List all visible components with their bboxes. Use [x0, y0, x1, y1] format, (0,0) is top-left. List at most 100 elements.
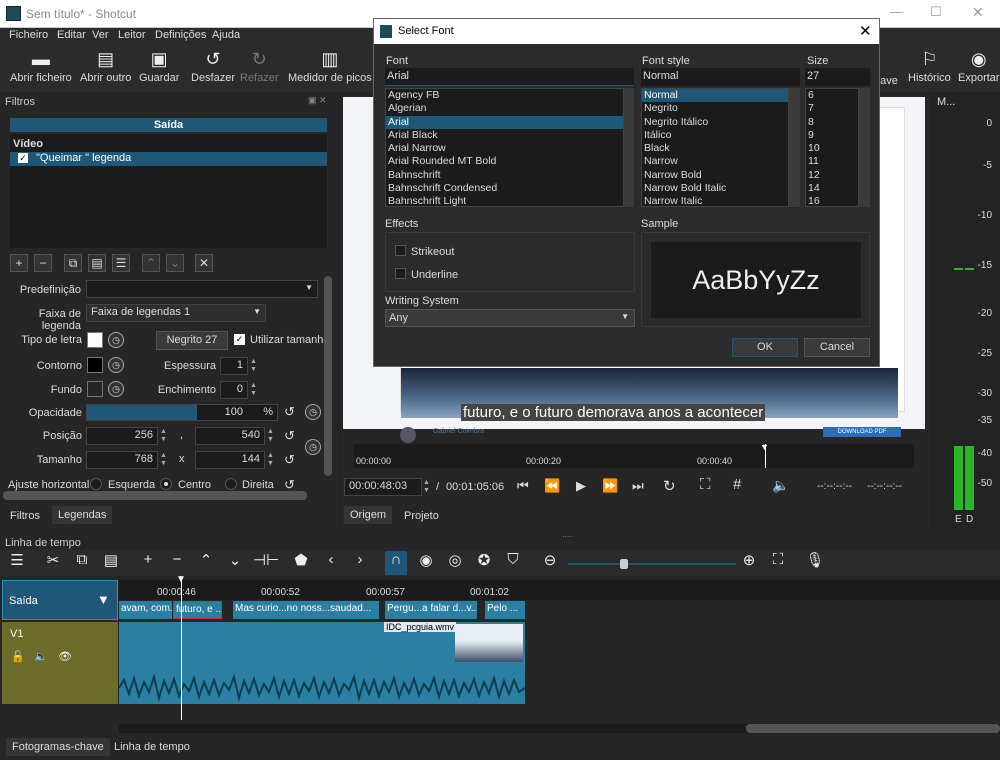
keyframe-clock-icon[interactable]: ◷	[108, 332, 124, 348]
size-list[interactable]: 6 7 8 9 10 11 12 14 16	[805, 88, 859, 207]
writing-system-select[interactable]: Any ▼	[385, 309, 635, 327]
copy-filter-icon[interactable]: ⧉	[64, 254, 82, 272]
output-track-header[interactable]: Saída ▼	[2, 580, 118, 620]
volume-icon[interactable]: 🔈	[772, 477, 789, 494]
subtitle-clip[interactable]: Pelo ...	[485, 601, 525, 619]
padding-input[interactable]: 0	[220, 381, 248, 399]
keyframe-clock-icon[interactable]: ◷	[305, 404, 321, 420]
font-list-scrollbar[interactable]	[624, 88, 634, 207]
player-ruler[interactable]: 00:00:00 00:00:20 00:00:40 ▼	[354, 442, 914, 468]
overwrite-icon[interactable]: ⌄	[224, 551, 246, 575]
font-list-item[interactable]: Bahnschrift	[386, 169, 623, 182]
previous-marker-icon[interactable]: ‹	[320, 551, 342, 575]
font-list-item[interactable]: Arial	[386, 115, 623, 129]
ok-button[interactable]: OK	[732, 338, 798, 357]
record-audio-icon[interactable]: 🎙	[804, 551, 826, 575]
splitter-handle[interactable]: ....	[562, 529, 572, 539]
size-list-item[interactable]: 12	[806, 169, 858, 182]
mute-icon[interactable]: 🔈	[34, 650, 48, 663]
subtitle-clip[interactable]: Mas curio...no noss...saudad...	[233, 601, 379, 619]
style-list-item[interactable]: Black	[642, 142, 788, 155]
undo-button[interactable]: ↺ Desfazer	[191, 46, 235, 84]
timeline-ruler[interactable]: 00:00:46 00:00:52 00:00:57 00:01:02	[119, 580, 1000, 600]
open-file-button[interactable]: ▬ Abrir ficheiro	[10, 46, 72, 84]
font-list-item[interactable]: Bahnschrift Light	[386, 195, 623, 206]
fast-forward-icon[interactable]: ⏩	[602, 478, 618, 494]
deselect-filter-icon[interactable]: ✕	[195, 254, 213, 272]
menu-ver[interactable]: Ver	[92, 29, 109, 41]
cut-icon[interactable]: ✂	[42, 551, 64, 575]
zoom-slider-handle[interactable]	[620, 559, 628, 569]
lock-icon[interactable]: 🔓	[11, 650, 25, 663]
style-list-item[interactable]: Normal	[642, 89, 788, 103]
style-list-item[interactable]: Itálico	[642, 129, 788, 142]
keyframe-clock-icon[interactable]: ◷	[108, 381, 124, 397]
timeline-playhead[interactable]	[181, 580, 182, 720]
font-list-item[interactable]: Arial Rounded MT Bold	[386, 155, 623, 168]
skip-previous-icon[interactable]: ⏮	[517, 478, 529, 494]
size-list-item[interactable]: 10	[806, 142, 858, 155]
zoom-out-icon[interactable]: ⊖	[539, 551, 561, 575]
ripple-markers-icon[interactable]: ⛉	[502, 551, 524, 575]
next-marker-icon[interactable]: ›	[349, 551, 371, 575]
paste-filter-icon[interactable]: ▤	[88, 254, 106, 272]
position-x-stepper[interactable]: ▲ ▼	[160, 428, 170, 444]
save-button[interactable]: ▣ Guardar	[139, 46, 179, 84]
add-filter-icon[interactable]: +	[10, 254, 28, 272]
preset-select[interactable]: ▼	[86, 280, 318, 298]
underline-checkbox[interactable]	[395, 268, 406, 279]
font-list-item[interactable]: Bahnschrift Condensed	[386, 182, 623, 195]
subtitle-clip[interactable]: Pergu...a falar d...v...	[385, 601, 477, 619]
size-list-item[interactable]: 8	[806, 116, 858, 129]
strikeout-checkbox[interactable]	[395, 245, 406, 256]
zoom-slider[interactable]	[568, 559, 736, 569]
font-input[interactable]: Arial	[385, 68, 634, 86]
skip-next-icon[interactable]: ⏭	[632, 478, 644, 494]
opacity-slider[interactable]: 100 %	[86, 404, 278, 421]
ripple-all-icon[interactable]: ✪	[473, 551, 495, 575]
font-button[interactable]: Negrito 27	[156, 331, 228, 350]
split-icon[interactable]: ⊣⊢	[253, 551, 279, 575]
reset-icon[interactable]: ↺	[284, 452, 295, 468]
style-list-item[interactable]: Narrow Italic	[642, 195, 788, 206]
move-up-icon[interactable]: ⌃	[142, 254, 160, 272]
snap-icon[interactable]: ∩	[385, 551, 407, 575]
size-list-item[interactable]: 7	[806, 102, 858, 115]
tab-keyframes[interactable]: Fotogramas-chave	[6, 738, 110, 756]
padding-stepper[interactable]: ▲ ▼	[250, 382, 260, 398]
size-list-scrollbar[interactable]	[859, 88, 870, 207]
font-list-item[interactable]: Arial Narrow	[386, 142, 623, 155]
cancel-button[interactable]: Cancel	[804, 338, 870, 357]
style-list-item[interactable]: Negrito Itálico	[642, 116, 788, 129]
close-window-icon[interactable]: ✕	[972, 4, 984, 21]
font-list-item[interactable]: Arial Black	[386, 129, 623, 142]
reset-icon[interactable]: ↺	[284, 428, 295, 444]
rewind-icon[interactable]: ⏪	[544, 478, 560, 494]
font-color-swatch[interactable]	[87, 332, 103, 348]
position-x-input[interactable]: 256	[86, 427, 158, 445]
loop-icon[interactable]: ↻	[663, 477, 676, 495]
zoom-icon[interactable]: ⛶	[700, 476, 711, 493]
scrub-icon[interactable]: ◉	[415, 551, 437, 575]
horizontal-scrollbar[interactable]	[3, 491, 307, 500]
halign-center-radio[interactable]	[160, 478, 172, 490]
keyframe-clock-icon[interactable]: ◷	[305, 439, 321, 455]
tab-subtitles[interactable]: Legendas	[52, 506, 113, 524]
peak-meter-button[interactable]: ▥ Medidor de picos	[288, 46, 372, 84]
minimize-icon[interactable]: —	[890, 4, 903, 19]
menu-ajuda[interactable]: Ajuda	[212, 29, 240, 41]
video-clip[interactable]: IDC_pcguia.wmv	[119, 622, 525, 704]
keyframe-clock-icon[interactable]: ◷	[108, 357, 124, 373]
tab-filters[interactable]: Filtros	[4, 507, 46, 525]
subtitle-clip[interactable]: avam, com...	[119, 601, 172, 619]
history-button[interactable]: ⚐ Histórico	[908, 46, 951, 84]
ripple-icon[interactable]: ◎	[444, 551, 466, 575]
size-width-stepper[interactable]: ▲ ▼	[160, 452, 170, 468]
remove-filter-icon[interactable]: −	[34, 254, 52, 272]
tab-project[interactable]: Projeto	[398, 507, 445, 525]
style-list-item[interactable]: Narrow Bold	[642, 169, 788, 182]
font-list-item[interactable]: Agency FB	[386, 89, 623, 102]
filter-list-item[interactable]: ✓ "Queimar " legenda	[10, 152, 327, 166]
thickness-input[interactable]: 1	[220, 357, 248, 375]
visibility-icon[interactable]: 👁	[58, 650, 72, 663]
